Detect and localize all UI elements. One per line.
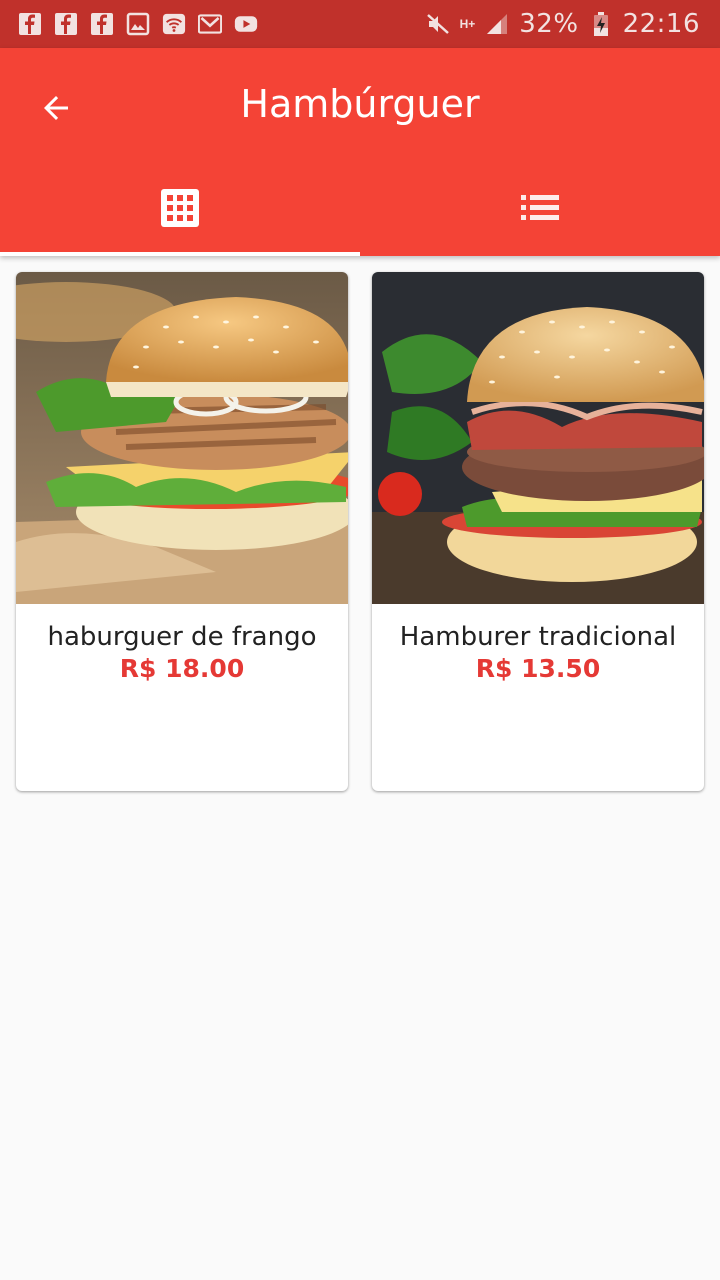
system-status: H+ 32% 22:16 [426,0,700,48]
facebook-icon [90,12,114,36]
facebook-icon [54,12,78,36]
notification-icons [0,12,258,36]
wifi-icon [162,12,186,36]
facebook-icon [18,12,42,36]
youtube-icon [234,12,258,36]
gallery-icon [126,12,150,36]
mute-icon [426,12,450,36]
tab-list-view[interactable] [360,160,720,256]
battery-percent: 32% [519,9,579,39]
product-price: R$ 18.00 [119,654,245,683]
product-name: haburguer de frango [47,622,317,652]
signal-icon [485,12,509,36]
list-view-icon [521,195,559,220]
clock: 22:16 [622,9,700,39]
app-bar: Hambúrguer [0,48,720,256]
tab-grid-view[interactable] [0,160,360,256]
gmail-icon [198,12,222,36]
product-card[interactable]: haburguer de frango R$ 18.00 [16,272,348,791]
status-bar: H+ 32% 22:16 [0,0,720,48]
product-price: R$ 13.50 [475,654,601,683]
product-grid: haburguer de frango R$ 18.00 Hamburer tr… [16,272,704,791]
product-card[interactable]: Hamburer tradicional R$ 13.50 [372,272,704,791]
beef-bacon-burger-photo [372,272,704,604]
view-tabs [0,160,720,256]
selected-tab-indicator [0,252,360,256]
chicken-burger-photo [16,272,348,604]
product-name: Hamburer tradicional [399,622,677,652]
network-type: H+ [459,17,476,31]
battery-charging-icon [589,12,613,36]
grid-view-icon [161,189,199,227]
page-title: Hambúrguer [240,82,480,126]
